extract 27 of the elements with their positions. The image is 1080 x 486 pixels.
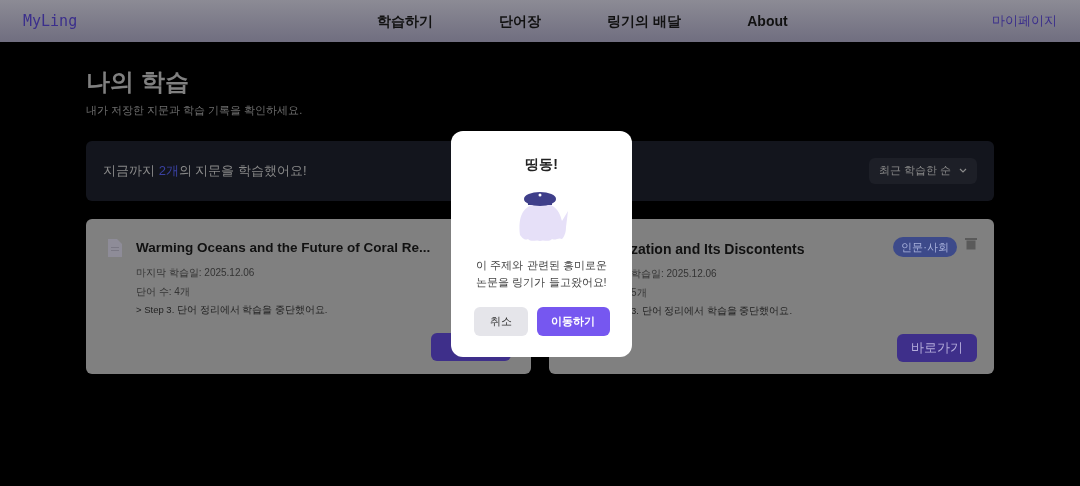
word-count: 단어 수: 4개 (136, 284, 190, 299)
sort-dropdown[interactable]: 최근 학습한 순 (868, 157, 977, 184)
word-count: 5개 (631, 285, 647, 300)
document-icon (108, 238, 122, 257)
card-title: zation and Its Discontents (631, 239, 805, 259)
dialog-title: 띵동! (525, 155, 558, 174)
progress-note: 3. 단어 정리에서 학습을 중단했어요. (631, 303, 793, 318)
last-study-date: 마지막 학습일: 2025.12.06 (136, 265, 255, 280)
page-title: 나의 학습 (86, 67, 190, 97)
nav-link[interactable]: 링기의 배달 (607, 10, 682, 32)
page-subtitle: 내가 저장한 지문과 학습 기록을 확인하세요. (86, 103, 304, 118)
my-page-link[interactable]: 마이페이지 (992, 11, 1057, 31)
summary-text: 지금까지 2개의 지문을 학습했어요! (103, 161, 307, 180)
nav-link[interactable]: About (747, 10, 788, 32)
last-study-date: 학습일: 2025.12.06 (631, 266, 717, 281)
card-title: Warming Oceans and the Future of Coral Re... (136, 238, 431, 257)
cancel-button[interactable]: 취소 (473, 307, 528, 336)
nav-link[interactable]: 단어장 (499, 10, 542, 32)
dialog-message: 이 주제와 관련된 흥미로운 논문을 링기가 들고왔어요! (476, 258, 607, 290)
category-tag: 인문·사회 (893, 236, 957, 257)
chevron-down-icon (959, 168, 967, 173)
logo[interactable]: MyLing (23, 9, 83, 33)
confirm-button[interactable]: 이동하기 (536, 307, 610, 336)
trash-icon[interactable] (965, 236, 977, 250)
go-button[interactable]: 바로가기 (897, 333, 977, 362)
progress-note: > Step 3. 단어 정리에서 학습을 중단했어요. (136, 302, 328, 317)
nav-link[interactable]: 학습하기 (377, 10, 434, 32)
